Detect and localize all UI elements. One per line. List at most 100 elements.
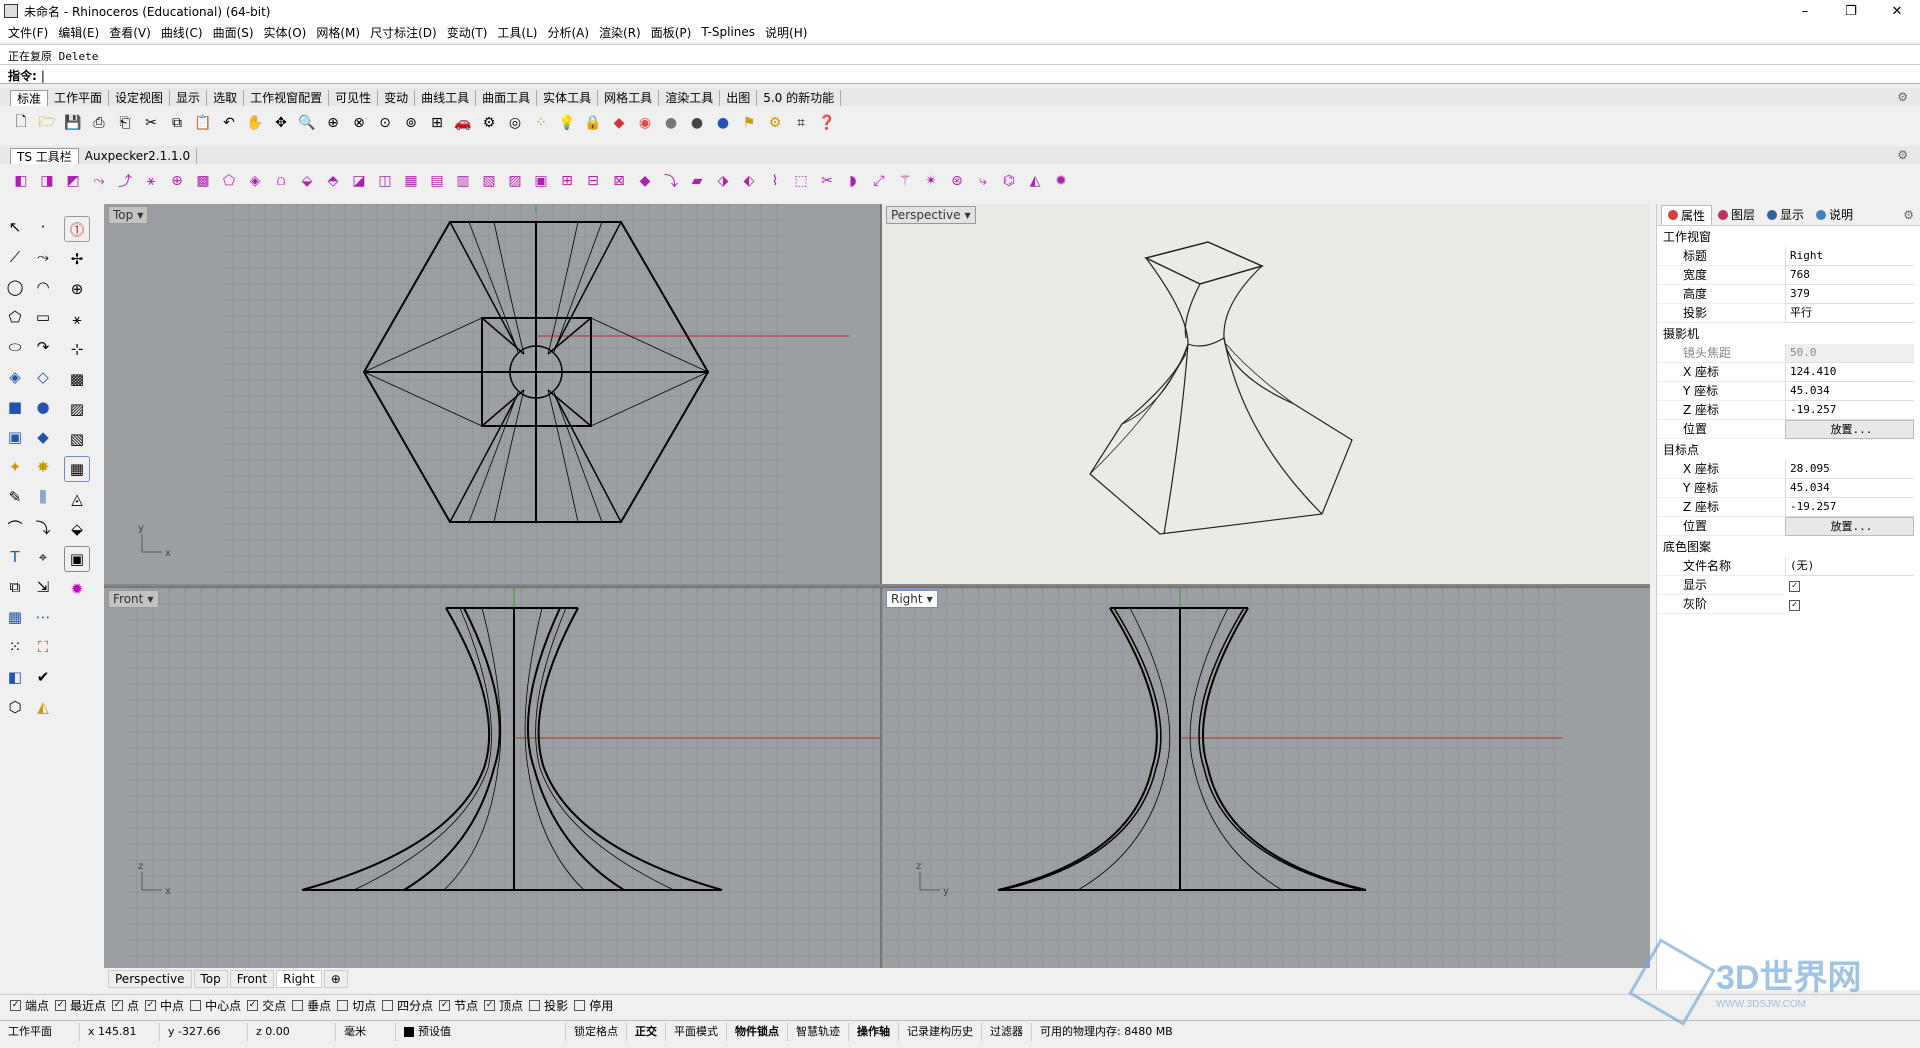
tsplines-tool-icon[interactable]: ▦ bbox=[400, 170, 422, 192]
menu-item[interactable]: 面板(P) bbox=[647, 24, 698, 41]
import-icon[interactable]: ⎗ bbox=[114, 112, 136, 134]
tsplines-tool-icon[interactable]: ▧ bbox=[478, 170, 500, 192]
print-icon[interactable]: ⎙ bbox=[88, 112, 110, 134]
command-line[interactable]: 指令: | bbox=[0, 64, 1920, 84]
property-value[interactable]: 45.034 bbox=[1785, 382, 1914, 401]
tsplines-tool-icon[interactable]: ⬠ bbox=[218, 170, 240, 192]
osnap-checkbox[interactable] bbox=[292, 1000, 304, 1011]
tsplines-tool-icon[interactable]: ⤵ bbox=[660, 170, 682, 192]
toolbar-tab[interactable]: 设定视图 bbox=[109, 90, 171, 106]
menu-item[interactable]: 曲线(C) bbox=[157, 24, 209, 41]
cut-icon[interactable]: ✂ bbox=[140, 112, 162, 134]
tsplines-tool-icon[interactable]: ▩ bbox=[192, 170, 214, 192]
zoom-window-icon[interactable]: ⊕ bbox=[322, 112, 344, 134]
viewport-title-perspective[interactable]: Perspective ▼ bbox=[886, 206, 976, 224]
tsplines-tool-icon[interactable]: ⤢ bbox=[868, 170, 890, 192]
tsplines-tool-icon[interactable]: ⚚ bbox=[894, 170, 916, 192]
osnap-checkbox[interactable] bbox=[190, 1000, 202, 1011]
point-icon[interactable]: · bbox=[30, 214, 56, 240]
status-ortho[interactable]: 正交 bbox=[627, 1022, 666, 1041]
curve-edit-icon[interactable]: ↷ bbox=[30, 334, 56, 360]
osnap-option[interactable]: ✓ 中点 bbox=[145, 997, 184, 1014]
menu-item[interactable]: 网格(M) bbox=[312, 24, 366, 41]
toolbar-tab[interactable]: 显示 bbox=[170, 90, 208, 106]
tsplines-tool-icon[interactable]: ⌬ bbox=[998, 170, 1020, 192]
osnap-checkbox[interactable]: ✓ bbox=[247, 1000, 259, 1011]
tsplines-tool-icon[interactable]: ◧ bbox=[10, 170, 32, 192]
property-value[interactable]: ✓ bbox=[1785, 595, 1914, 614]
tsplines-tool-icon[interactable]: ⊕ bbox=[166, 170, 188, 192]
property-value[interactable]: -19.257 bbox=[1785, 498, 1914, 517]
arc-icon[interactable]: ◠ bbox=[30, 274, 56, 300]
render-sphere-icon[interactable]: ● bbox=[686, 112, 708, 134]
tsplines-tool-icon[interactable]: ⊛ bbox=[946, 170, 968, 192]
ts-axis-icon[interactable]: ⊹ bbox=[64, 336, 90, 362]
status-planar[interactable]: 平面模式 bbox=[666, 1022, 727, 1041]
tsplines-tool-icon[interactable]: ⬖ bbox=[738, 170, 760, 192]
osnap-option[interactable]: ✓ 端点 bbox=[10, 997, 49, 1014]
dropdown-arrow-icon[interactable]: ▼ bbox=[927, 595, 933, 604]
tsplines-toggle-icon[interactable]: ⓵ bbox=[64, 216, 90, 242]
dropdown-arrow-icon[interactable]: ▼ bbox=[965, 211, 971, 220]
osnap-option[interactable]: 停用 bbox=[574, 997, 613, 1014]
osnap-checkbox[interactable] bbox=[382, 1000, 394, 1011]
panel-tab[interactable]: 说明 bbox=[1810, 206, 1859, 223]
ts-gear-icon[interactable]: ✹ bbox=[64, 576, 90, 602]
toolbar-tab[interactable]: 选取 bbox=[207, 90, 245, 106]
paste-icon[interactable]: 📋 bbox=[192, 112, 214, 134]
tsplines-tool-icon[interactable]: ◗ bbox=[842, 170, 864, 192]
property-checkbox[interactable]: ✓ bbox=[1789, 581, 1800, 592]
color-wheel-icon[interactable]: ◉ bbox=[634, 112, 656, 134]
dropdown-arrow-icon[interactable]: ▼ bbox=[147, 595, 153, 604]
tsplines-tool-icon[interactable]: ◩ bbox=[62, 170, 84, 192]
dimension-left-icon[interactable]: ⌖ bbox=[30, 544, 56, 570]
tsplines-tool-icon[interactable]: ⌇ bbox=[764, 170, 786, 192]
viewport-tab[interactable]: Right bbox=[276, 970, 322, 988]
car-icon[interactable]: 🚗 bbox=[452, 112, 474, 134]
ts-box-edge-icon[interactable]: ▧ bbox=[64, 426, 90, 452]
zoom-extents-icon[interactable]: ⊗ bbox=[348, 112, 370, 134]
analyze-surface-icon[interactable]: ◧ bbox=[2, 664, 28, 690]
tsplines-tool-icon[interactable]: ⩍ bbox=[270, 170, 292, 192]
property-value[interactable]: ✓ bbox=[1785, 576, 1914, 595]
panel-tab[interactable]: 图层 bbox=[1712, 206, 1761, 223]
property-value[interactable]: 45.034 bbox=[1785, 479, 1914, 498]
tsplines-tool-icon[interactable]: ◨ bbox=[36, 170, 58, 192]
panel-tab[interactable]: 显示 bbox=[1761, 206, 1810, 223]
box-icon[interactable]: ■ bbox=[2, 394, 28, 420]
status-layer[interactable]: 预设值 bbox=[396, 1022, 566, 1041]
tsplines-tool-icon[interactable]: ⊟ bbox=[582, 170, 604, 192]
tsplines-tool-icon[interactable]: ▤ bbox=[426, 170, 448, 192]
status-gumball[interactable]: 操作轴 bbox=[849, 1022, 899, 1041]
options-gear-icon[interactable]: ⚙ bbox=[764, 112, 786, 134]
close-button[interactable]: ✕ bbox=[1874, 0, 1920, 22]
surface-icon[interactable]: ◈ bbox=[2, 364, 28, 390]
panel-tab[interactable]: 属性 bbox=[1661, 204, 1713, 225]
tsplines-tool-icon[interactable]: ▥ bbox=[452, 170, 474, 192]
perspective-viewport[interactable]: Perspective ▼ bbox=[880, 204, 1650, 584]
ts-grow-icon[interactable]: ⬙ bbox=[64, 516, 90, 542]
toolbar-tab[interactable]: 出图 bbox=[720, 90, 758, 106]
undo-icon[interactable]: ↶ bbox=[218, 112, 240, 134]
toolbar-tab[interactable]: 工作平面 bbox=[48, 90, 110, 106]
osnap-checkbox[interactable]: ✓ bbox=[112, 1000, 124, 1011]
tsplines-tool-icon[interactable]: ✴ bbox=[920, 170, 942, 192]
ts-manipulator-icon[interactable]: ✢ bbox=[64, 246, 90, 272]
viewport-title-front[interactable]: Front ▼ bbox=[108, 590, 159, 608]
ts-sphere-icon[interactable]: ⊕ bbox=[64, 276, 90, 302]
dropdown-arrow-icon[interactable]: ▼ bbox=[137, 211, 143, 220]
toolbar-options-gear-icon[interactable]: ⚙ bbox=[1891, 147, 1914, 163]
maximize-button[interactable]: ❐ bbox=[1828, 0, 1874, 22]
zoom-target-icon[interactable]: ⊚ bbox=[400, 112, 422, 134]
ts-box-face-icon[interactable]: ▨ bbox=[64, 396, 90, 422]
zoom-icon[interactable]: 🔍 bbox=[296, 112, 318, 134]
blue-sphere-icon[interactable]: ● bbox=[712, 112, 734, 134]
property-value[interactable]: 平行 bbox=[1785, 304, 1914, 323]
toolbar-tab[interactable]: 渲染工具 bbox=[659, 90, 721, 106]
tsplines-tool-icon[interactable]: ⬙ bbox=[296, 170, 318, 192]
property-checkbox[interactable]: ✓ bbox=[1789, 600, 1800, 611]
osnap-option[interactable]: ✓ 节点 bbox=[439, 997, 478, 1014]
ts-select-icon[interactable]: ◬ bbox=[64, 486, 90, 512]
minimize-button[interactable]: – bbox=[1782, 0, 1828, 22]
add-viewport-tab-icon[interactable]: ⊕ bbox=[323, 970, 348, 988]
